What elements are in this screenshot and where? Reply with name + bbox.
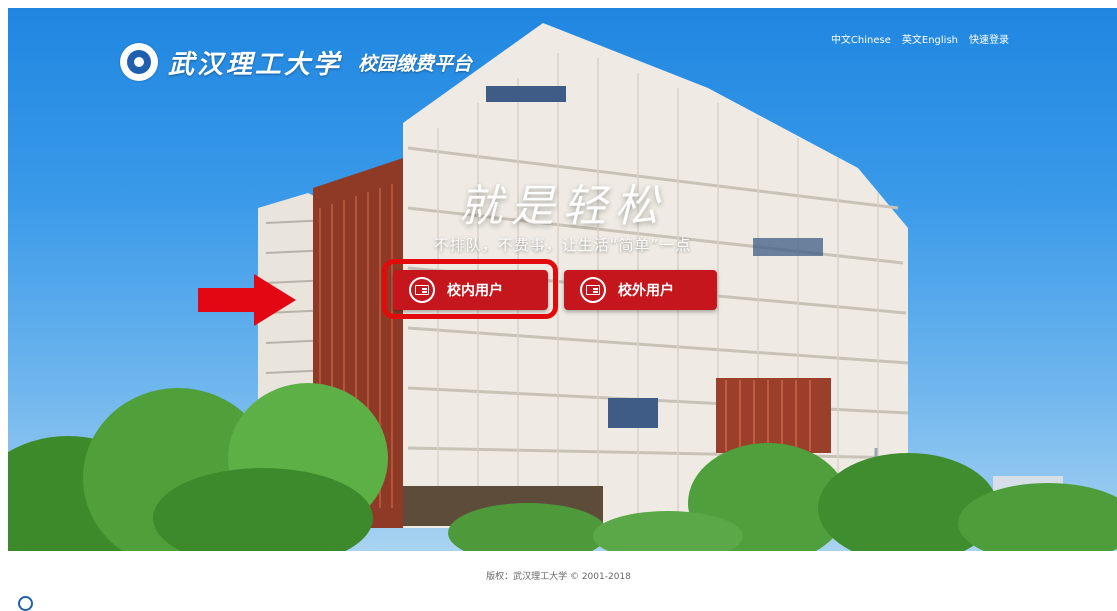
footer-copyright: 版权：武汉理工大学 © 2001-2018	[486, 572, 631, 582]
site-logo[interactable]: 武汉理工大学 校园缴费平台	[120, 42, 472, 82]
campus-building-photo	[8, 23, 1117, 551]
nav-quick-login-link[interactable]: 快速登录	[969, 31, 1009, 46]
university-emblem-icon	[120, 43, 158, 81]
inner-user-button[interactable]: 校内用户	[393, 270, 548, 310]
corner-logo-icon	[18, 596, 33, 611]
id-card-icon	[409, 277, 435, 303]
red-arrow-right-icon	[198, 274, 296, 326]
outer-user-button[interactable]: 校外用户	[564, 270, 717, 310]
top-nav: 中文Chinese 英文English 快速登录	[831, 31, 1009, 46]
school-name: 武汉理工大学	[168, 49, 343, 80]
hero-banner: 武汉理工大学 校园缴费平台 中文Chinese 英文English 快速登录 就…	[8, 8, 1117, 551]
hero-slogan: 就是轻松	[458, 181, 667, 232]
hero-subslogan: 不排队，不费事，让生活“简单”一点	[433, 236, 692, 254]
id-card-icon	[580, 277, 606, 303]
platform-name: 校园缴费平台	[358, 52, 473, 75]
outer-user-label: 校外用户	[618, 283, 674, 299]
nav-chinese-link[interactable]: 中文Chinese	[831, 31, 891, 46]
inner-user-label: 校内用户	[447, 283, 503, 299]
nav-english-link[interactable]: 英文English	[902, 31, 958, 46]
